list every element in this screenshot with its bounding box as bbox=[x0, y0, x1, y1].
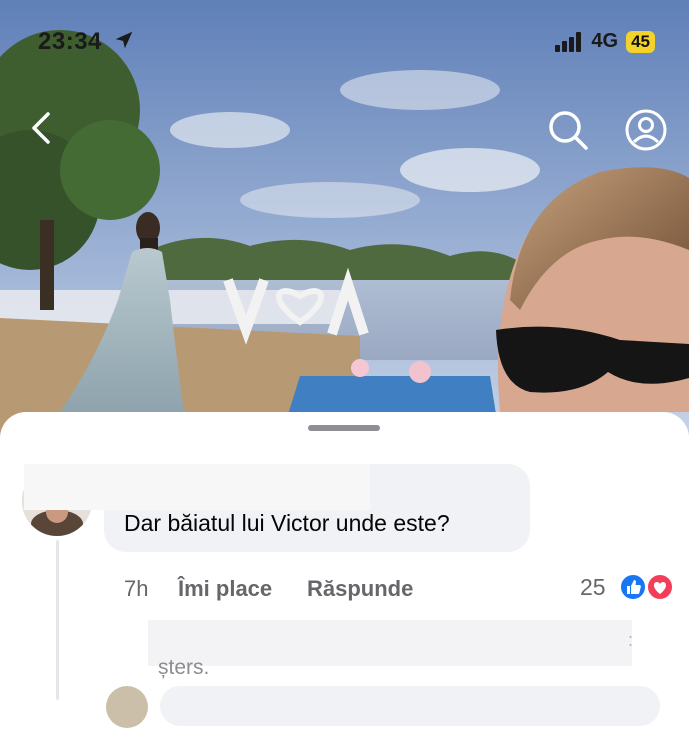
chevron-left-icon bbox=[32, 112, 50, 144]
reaction-count[interactable]: 25 bbox=[580, 574, 606, 601]
comments-sheet[interactable] bbox=[0, 412, 689, 732]
thread-line bbox=[56, 540, 59, 700]
reply-avatar[interactable] bbox=[106, 686, 148, 728]
profile-button[interactable] bbox=[622, 106, 670, 159]
profile-icon bbox=[625, 109, 667, 151]
reaction-icons[interactable] bbox=[618, 572, 676, 602]
like-icon bbox=[619, 573, 647, 601]
network-type: 4G bbox=[591, 30, 619, 52]
reply-bubble[interactable] bbox=[160, 686, 660, 726]
comment-text: Dar băiatul lui Victor unde este? bbox=[124, 510, 450, 536]
like-button[interactable]: Îmi place bbox=[178, 576, 272, 602]
redacted-reply-header bbox=[148, 620, 632, 666]
redacted-name bbox=[24, 464, 370, 510]
back-button[interactable] bbox=[24, 108, 58, 153]
comment-time: 7h bbox=[124, 576, 149, 601]
reply-separator: : bbox=[628, 630, 634, 650]
search-icon bbox=[549, 111, 588, 150]
battery-level: 45 bbox=[626, 30, 655, 53]
video-background[interactable] bbox=[0, 0, 689, 440]
reply-button[interactable]: Răspunde bbox=[307, 576, 413, 602]
deleted-status-text: șters. bbox=[158, 656, 210, 679]
signal-bars-icon bbox=[555, 31, 582, 52]
video-frame bbox=[0, 0, 689, 440]
search-button[interactable] bbox=[544, 106, 592, 159]
location-arrow-icon bbox=[115, 31, 133, 49]
sheet-grabber[interactable] bbox=[308, 425, 380, 431]
status-right: 4G 45 bbox=[555, 30, 655, 53]
status-time: 23:34 bbox=[38, 28, 135, 56]
love-icon bbox=[646, 573, 674, 601]
